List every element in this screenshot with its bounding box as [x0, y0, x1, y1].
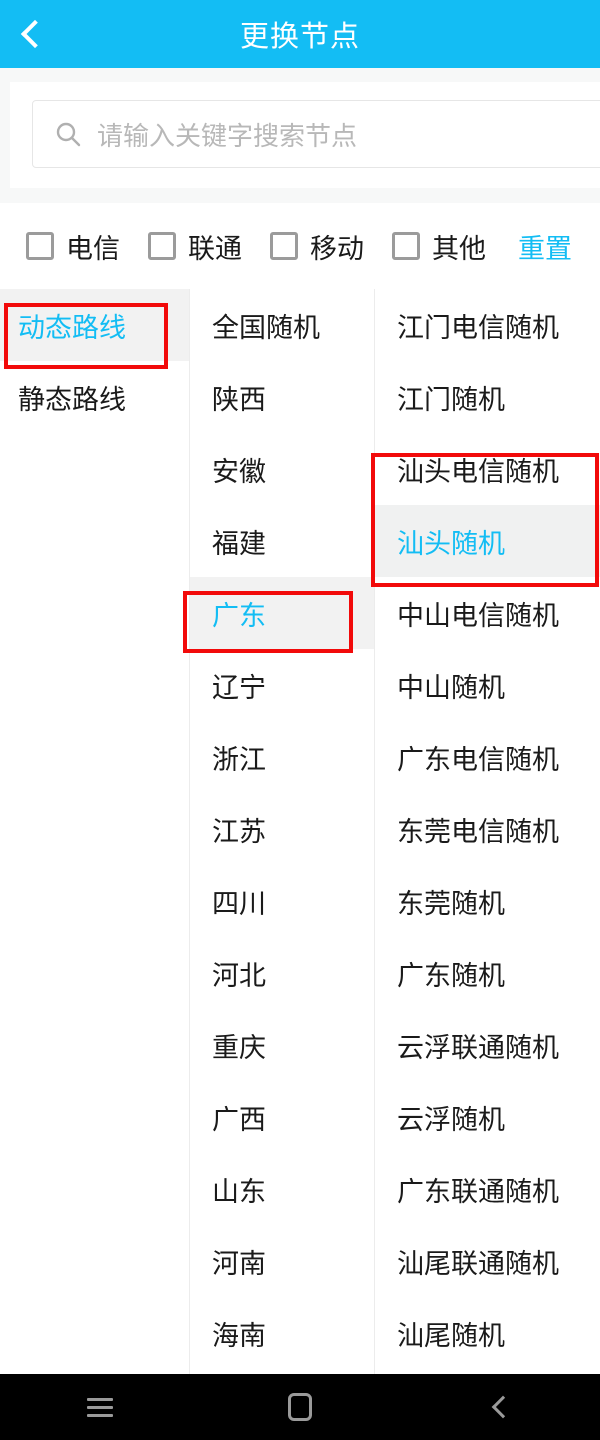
search-card: 请输入关键字搜索节点 — [10, 82, 600, 188]
checkbox-icon[interactable] — [270, 232, 298, 260]
region-item[interactable]: 河南 — [190, 1225, 374, 1297]
app-header: 更换节点 — [0, 0, 600, 68]
page-title: 更换节点 — [239, 21, 360, 53]
app-root: 更换节点 请输入关键字搜索节点 电信 联通 移动 其他 重置 动态路线 静态路线… — [0, 0, 600, 1440]
filter-unicom[interactable]: 联通 — [148, 227, 242, 266]
region-item[interactable]: 安徽 — [190, 433, 374, 505]
region-item[interactable]: 江苏 — [190, 793, 374, 865]
recents-button[interactable] — [40, 1374, 160, 1440]
filter-bar: 电信 联通 移动 其他 重置 — [0, 203, 600, 289]
node-item-label: 江门随机 — [397, 384, 505, 415]
node-item-label: 汕头随机 — [397, 528, 505, 559]
node-item[interactable]: 广东联通随机 — [375, 1153, 600, 1225]
region-item-label: 海南 — [212, 1320, 266, 1351]
node-item-label: 东莞随机 — [397, 888, 505, 919]
search-input[interactable]: 请输入关键字搜索节点 — [32, 100, 600, 168]
home-icon — [288, 1393, 312, 1421]
region-item-label: 河北 — [212, 960, 266, 991]
region-item-label: 全国随机 — [212, 312, 320, 343]
region-item-label: 福建 — [212, 528, 266, 559]
filter-label: 联通 — [188, 233, 242, 264]
menu-icon — [87, 1393, 113, 1422]
search-icon — [55, 121, 81, 147]
checkbox-icon[interactable] — [26, 232, 54, 260]
region-item[interactable]: 浙江 — [190, 721, 374, 793]
filter-other[interactable]: 其他 — [392, 227, 486, 266]
reset-button[interactable]: 重置 — [518, 227, 572, 266]
node-item-label: 东莞电信随机 — [397, 816, 559, 847]
region-item-label: 浙江 — [212, 744, 266, 775]
region-item-label: 安徽 — [212, 456, 266, 487]
node-item-label: 中山随机 — [397, 672, 505, 703]
node-item[interactable]: 中山电信随机 — [375, 577, 600, 649]
filter-mobile[interactable]: 移动 — [270, 227, 364, 266]
node-list[interactable]: 江门电信随机 江门随机汕头电信随机 汕头随机中山电信随机 中山随机广东电信随机 东莞电信… — [375, 289, 600, 1374]
node-selector: 动态路线静态路线 全国随机陕西安徽福建广东辽宁浙江江苏四川河北重庆广西山东河南海… — [0, 289, 600, 1374]
android-navigation-bar — [0, 1374, 600, 1440]
region-item[interactable]: 重庆 — [190, 1009, 374, 1081]
region-item[interactable]: 广西 — [190, 1081, 374, 1153]
checkbox-icon[interactable] — [148, 232, 176, 260]
region-item-label: 广西 — [212, 1104, 266, 1135]
node-item[interactable]: 江门电信随机 — [375, 289, 600, 361]
node-item-label: 广东电信随机 — [397, 744, 559, 775]
region-item-label: 四川 — [212, 888, 266, 919]
region-item[interactable]: 全国随机 — [190, 289, 374, 361]
node-item-label: 广东随机 — [397, 960, 505, 991]
region-item[interactable]: 山东 — [190, 1153, 374, 1225]
node-item[interactable]: 东莞电信随机 — [375, 793, 600, 865]
search-section: 请输入关键字搜索节点 — [0, 68, 600, 203]
filter-label: 其他 — [432, 233, 486, 264]
chevron-left-icon — [20, 19, 50, 49]
region-item-label: 陕西 — [212, 384, 266, 415]
home-button[interactable] — [240, 1374, 360, 1440]
node-item[interactable]: 东莞随机 — [375, 865, 600, 937]
chevron-left-icon — [491, 1395, 514, 1419]
region-item[interactable]: 辽宁 — [190, 649, 374, 721]
node-item[interactable]: 汕尾随机 — [375, 1297, 600, 1369]
node-item[interactable]: 江门随机 — [375, 361, 600, 433]
node-item[interactable]: 云浮联通随机 — [375, 1009, 600, 1081]
region-item-label: 山东 — [212, 1176, 266, 1207]
region-item[interactable]: 河北 — [190, 937, 374, 1009]
filter-telecom[interactable]: 电信 — [26, 227, 120, 266]
route-type-item-label: 静态路线 — [18, 384, 126, 415]
route-type-list[interactable]: 动态路线 静态路线 — [0, 289, 190, 1374]
search-placeholder: 请输入关键字搜索节点 — [97, 120, 358, 151]
region-item-label: 辽宁 — [212, 672, 266, 703]
node-item-label: 中山电信随机 — [397, 600, 559, 631]
region-item-label: 广东 — [212, 600, 266, 631]
node-item-label: 广东联通随机 — [397, 1176, 559, 1207]
node-item[interactable]: 广东随机 — [375, 937, 600, 1009]
node-item[interactable]: 云浮随机 — [375, 1081, 600, 1153]
region-item[interactable]: 广东 — [190, 577, 374, 649]
region-list[interactable]: 全国随机陕西安徽福建广东辽宁浙江江苏四川河北重庆广西山东河南海南 — [190, 289, 375, 1374]
region-item-label: 重庆 — [212, 1032, 266, 1063]
checkbox-icon[interactable] — [392, 232, 420, 260]
region-item[interactable]: 四川 — [190, 865, 374, 937]
route-type-item-label: 动态路线 — [18, 312, 126, 343]
region-item[interactable]: 陕西 — [190, 361, 374, 433]
node-item[interactable]: 中山随机 — [375, 649, 600, 721]
filter-label: 电信 — [66, 233, 120, 264]
node-item-label: 汕头电信随机 — [397, 456, 559, 487]
header-back-button[interactable] — [0, 0, 64, 68]
node-item-label: 云浮随机 — [397, 1104, 505, 1135]
node-item-label: 汕尾联通随机 — [397, 1248, 559, 1279]
node-item[interactable]: 汕头电信随机 — [375, 433, 600, 505]
route-type-item[interactable]: 动态路线 — [0, 289, 189, 361]
node-item-label: 江门电信随机 — [397, 312, 559, 343]
route-type-item[interactable]: 静态路线 — [0, 361, 189, 433]
node-item-label: 云浮联通随机 — [397, 1032, 559, 1063]
node-item[interactable]: 汕头随机 — [375, 505, 600, 577]
filter-label: 移动 — [310, 233, 364, 264]
region-item[interactable]: 海南 — [190, 1297, 374, 1369]
node-item[interactable]: 广东电信随机 — [375, 721, 600, 793]
region-item-label: 江苏 — [212, 816, 266, 847]
region-item-label: 河南 — [212, 1248, 266, 1279]
back-button[interactable] — [440, 1374, 560, 1440]
region-item[interactable]: 福建 — [190, 505, 374, 577]
node-item-label: 汕尾随机 — [397, 1320, 505, 1351]
node-item[interactable]: 汕尾联通随机 — [375, 1225, 600, 1297]
